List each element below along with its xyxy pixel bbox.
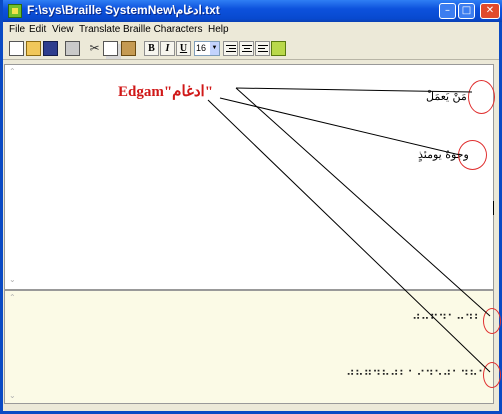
annotation-line-1 <box>235 87 473 93</box>
annotation-line-4 <box>207 99 491 373</box>
annotation-line-2 <box>235 87 491 317</box>
annotation-lines <box>207 87 491 373</box>
